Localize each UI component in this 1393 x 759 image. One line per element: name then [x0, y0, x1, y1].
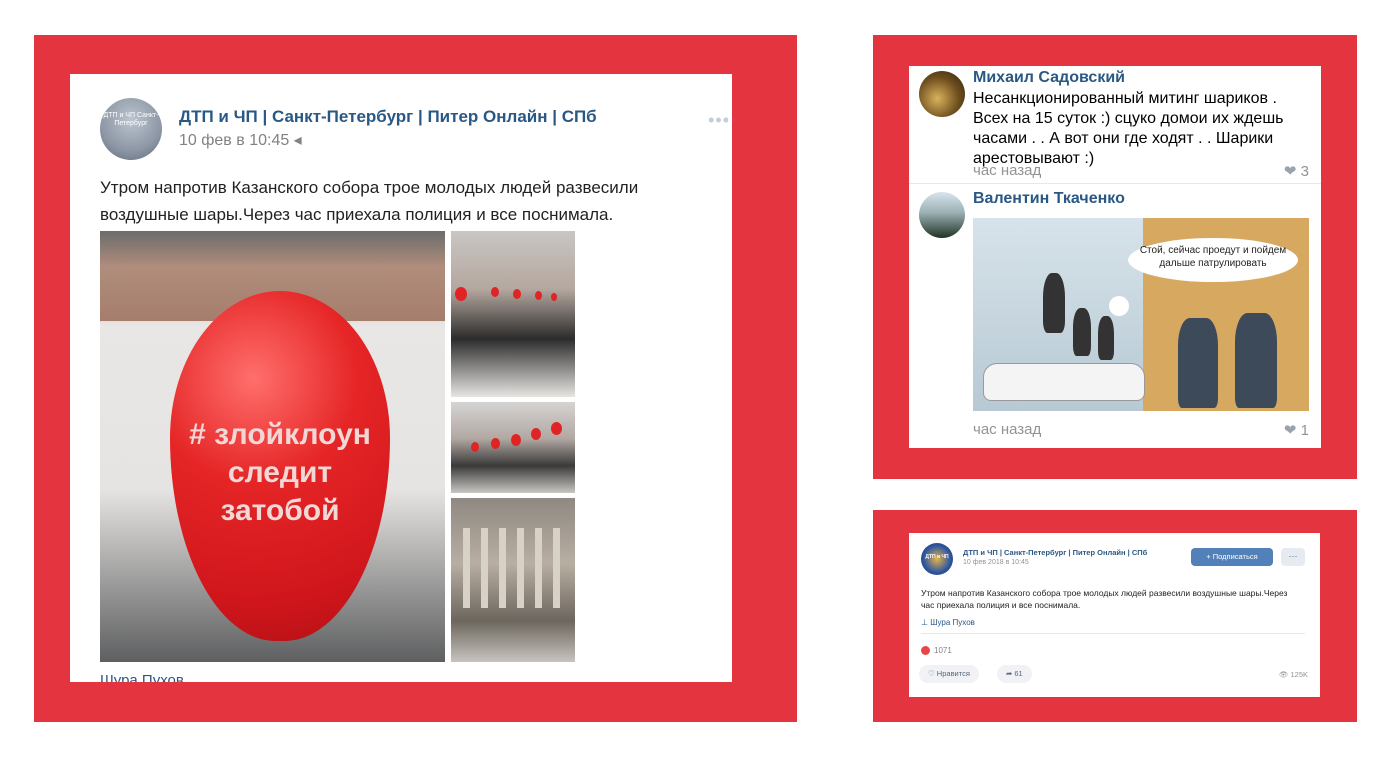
cartoon-policeman: [1235, 313, 1277, 408]
embed-divider: [921, 633, 1305, 634]
balloon-text-line-1: # злойклоун: [189, 418, 371, 451]
cartoon-speech-bubble: Стой, сейчас проедут и пойдем дальше пат…: [1128, 238, 1298, 282]
cartoon-figure: [1043, 273, 1065, 333]
embed-author-link[interactable]: ДТП и ЧП | Санкт-Петербург | Питер Онлай…: [963, 548, 1147, 557]
column: [463, 528, 470, 608]
balloon-text-line-3: затобой: [220, 494, 340, 527]
commenter-avatar[interactable]: [919, 192, 965, 238]
commenter-name[interactable]: Михаил Садовский: [973, 69, 1125, 87]
heart-icon: ❤: [1283, 422, 1297, 439]
comment-time[interactable]: час назад: [973, 421, 1041, 438]
balloon-text-line-2: следит: [227, 456, 333, 489]
heart-icon: ❤: [1283, 163, 1297, 180]
reactions-summary[interactable]: 1071: [921, 646, 952, 656]
views-count: 👁 125K: [1278, 670, 1308, 679]
heart-reaction-icon: [921, 646, 930, 656]
comment-text: Несанкционированный митинг шариков . Все…: [973, 90, 1284, 167]
balloon-dot: [511, 434, 521, 446]
balloon-dot: [491, 287, 499, 297]
share-button[interactable]: ➦ 61: [997, 665, 1032, 683]
community-avatar[interactable]: ДТП и ЧП: [921, 543, 953, 575]
cartoon-moon: [1109, 296, 1129, 316]
post-card: ДТП и ЧП Санкт-Петербург ДТП и ЧП | Санк…: [70, 74, 732, 682]
comment-like-button[interactable]: ❤ 3: [1284, 162, 1309, 180]
avatar-caption: ДТП и ЧП Санкт-Петербург: [103, 112, 159, 127]
embed-source-author-link[interactable]: ⊥ Шура Пухов: [921, 618, 975, 627]
balloon-dot: [491, 438, 500, 449]
column: [535, 528, 542, 608]
comment-time[interactable]: час назад: [973, 162, 1041, 179]
subscribe-button[interactable]: + Подписаться: [1191, 548, 1273, 566]
balloon-dot: [551, 422, 562, 435]
balloon-dot: [455, 287, 467, 301]
cartoon-figure: [1098, 316, 1114, 360]
cartoon-figure: [1073, 308, 1091, 356]
embed-date[interactable]: 10 фев 2018 в 10:45: [963, 559, 1029, 566]
column: [499, 528, 506, 608]
embed-card: ДТП и ЧП ДТП и ЧП | Санкт-Петербург | Пи…: [909, 533, 1320, 697]
like-count: 3: [1300, 163, 1309, 180]
cartoon-limousine: [983, 363, 1145, 401]
comment-image-cartoon[interactable]: Стой, сейчас проедут и пойдем дальше пат…: [973, 218, 1309, 411]
comments-card: Михаил Садовский Несанкционированный мит…: [909, 66, 1321, 448]
post-date[interactable]: 10 фев в 10:45 ◂: [179, 130, 302, 150]
column: [481, 528, 488, 608]
photo-balloon[interactable]: # злойклоун следит затобой: [100, 231, 445, 662]
avatar-caption: ДТП и ЧП: [925, 554, 949, 560]
column: [553, 528, 560, 608]
source-author-link[interactable]: Шура Пухов: [100, 672, 184, 682]
photo-embankment[interactable]: [451, 231, 575, 397]
photo-cathedral[interactable]: [451, 498, 575, 662]
balloon-dot: [535, 291, 542, 300]
more-options-icon[interactable]: •••: [708, 110, 730, 131]
balloon-dot: [513, 289, 521, 299]
post-text: Утром напротив Казанского собора трое мо…: [100, 178, 639, 224]
comment-divider: [909, 183, 1321, 184]
like-button[interactable]: ♡ Нравится: [919, 665, 979, 683]
balloon-dot: [551, 293, 557, 301]
post-author-link[interactable]: ДТП и ЧП | Санкт-Петербург | Питер Онлай…: [179, 107, 597, 127]
commenter-name[interactable]: Валентин Ткаченко: [973, 190, 1125, 208]
photo-balloons-row[interactable]: [451, 402, 575, 493]
cartoon-policeman: [1178, 318, 1218, 408]
like-count: 1: [1300, 422, 1309, 439]
community-avatar[interactable]: ДТП и ЧП Санкт-Петербург: [100, 98, 162, 160]
balloon-dot: [471, 442, 479, 452]
red-balloon: # злойклоун следит затобой: [170, 291, 390, 641]
balloon-dot: [531, 428, 541, 440]
reactions-count: 1071: [934, 646, 952, 655]
more-options-button[interactable]: ···: [1281, 548, 1305, 566]
embed-text: Утром напротив Казанского собора трое мо…: [921, 588, 1288, 610]
comment-like-button[interactable]: ❤ 1: [1284, 421, 1309, 439]
column: [517, 528, 524, 608]
commenter-avatar[interactable]: [919, 71, 965, 117]
